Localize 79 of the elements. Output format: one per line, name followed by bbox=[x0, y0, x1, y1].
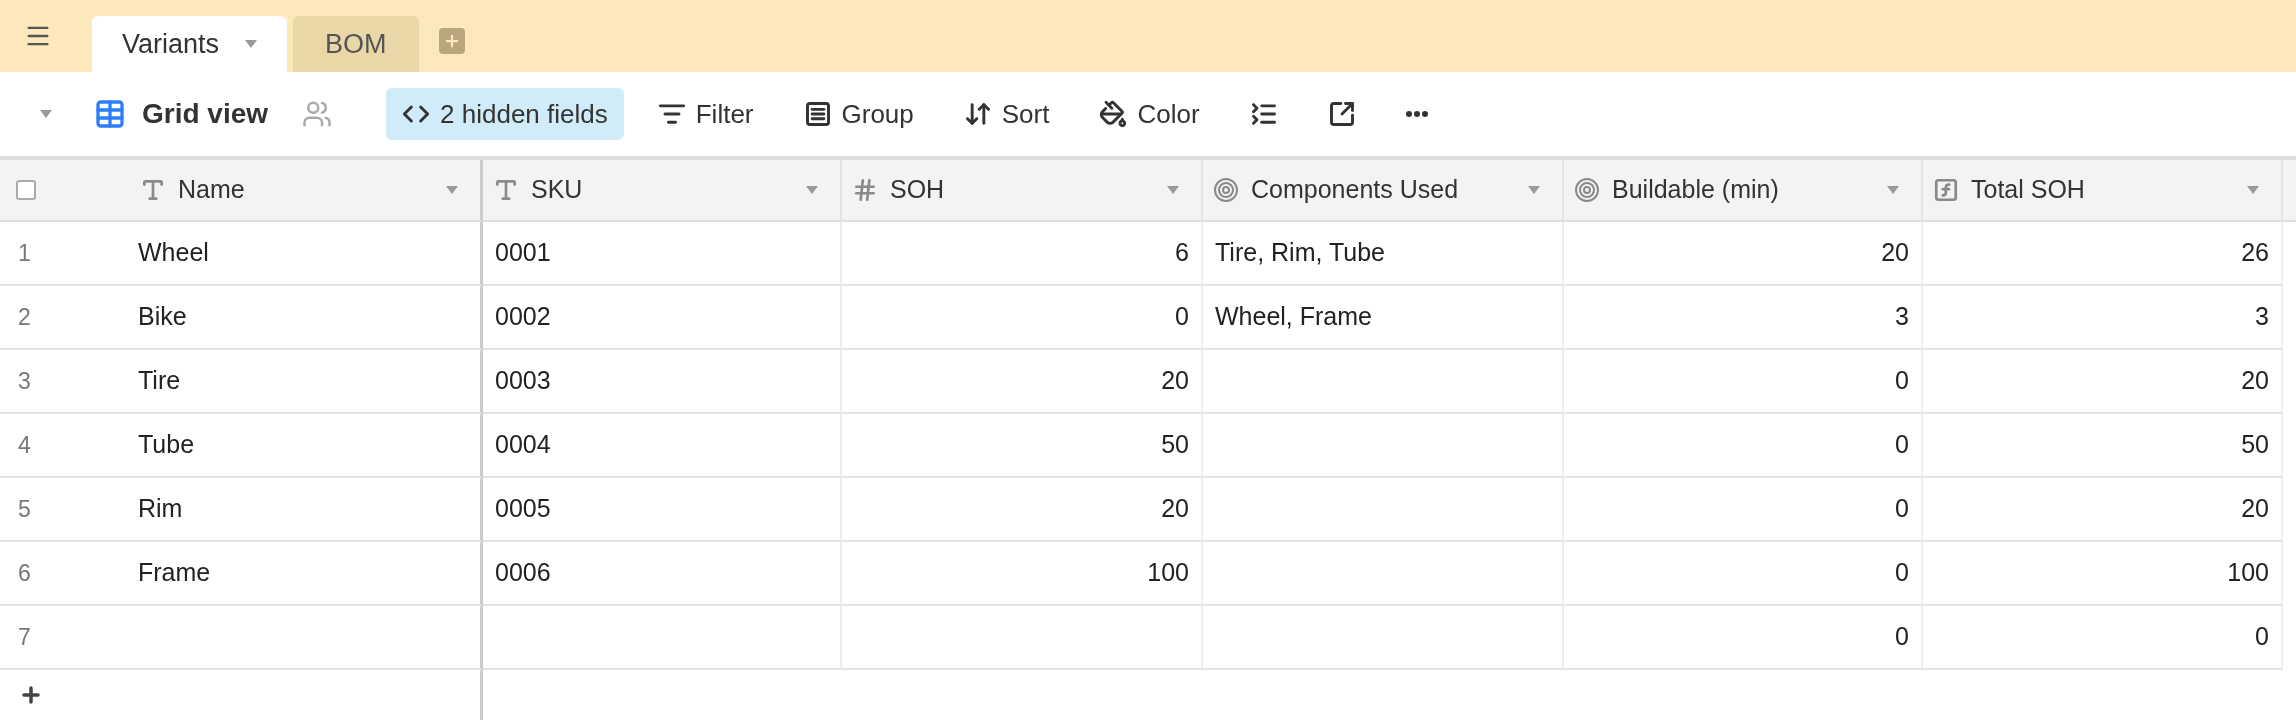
table-cell: 100 bbox=[1923, 542, 2283, 606]
table-cell: 0 bbox=[1564, 606, 1923, 670]
column-header[interactable]: Name bbox=[130, 160, 483, 222]
text-type-icon bbox=[493, 177, 519, 203]
view-name[interactable]: Grid view bbox=[142, 93, 269, 135]
grid-icon bbox=[94, 98, 126, 130]
column-header[interactable]: Components Used bbox=[1203, 160, 1564, 222]
toolbar-button[interactable]: Color bbox=[1083, 88, 1216, 140]
table-cell: Wheel bbox=[130, 222, 483, 286]
toolbar-button[interactable]: Group bbox=[787, 88, 930, 140]
table-cell: Tire, Rim, Tube bbox=[1203, 222, 1564, 286]
table-cell: 0005 bbox=[483, 478, 842, 542]
people-icon bbox=[302, 99, 333, 129]
table-cell: 0003 bbox=[483, 350, 842, 414]
table-cell: 20 bbox=[842, 478, 1203, 542]
table-cell: 0 bbox=[1923, 606, 2283, 670]
table-cell: 0002 bbox=[483, 286, 842, 350]
tab[interactable]: Variants bbox=[92, 16, 288, 72]
caret-icon bbox=[40, 110, 52, 118]
paint-bucket-icon bbox=[1099, 100, 1128, 128]
table-cell: 0 bbox=[1564, 478, 1923, 542]
table-cell: 26 bbox=[1923, 222, 2283, 286]
table-cell: 20 bbox=[1564, 222, 1923, 286]
text-type-icon bbox=[140, 177, 166, 203]
table-cell: 20 bbox=[1923, 478, 2283, 542]
share-icon bbox=[1327, 100, 1356, 128]
table-cell: Tube bbox=[130, 414, 483, 478]
table-cell: 3 bbox=[1923, 286, 2283, 350]
table-cell: Frame bbox=[130, 542, 483, 606]
table-cell: 6 bbox=[842, 222, 1203, 286]
table-cell: 0004 bbox=[483, 414, 842, 478]
spiral-icon bbox=[1574, 177, 1600, 203]
column-header[interactable]: Buildable (min) bbox=[1564, 160, 1923, 222]
row-number: 1 bbox=[0, 222, 130, 286]
list-icon bbox=[803, 100, 832, 128]
row-number: 6 bbox=[0, 542, 130, 606]
table-cell: Bike bbox=[130, 286, 483, 350]
caret-icon bbox=[1887, 186, 1899, 194]
hash-icon bbox=[852, 177, 878, 203]
formula-icon bbox=[1933, 177, 1959, 203]
select-all-checkbox[interactable] bbox=[16, 180, 36, 200]
toolbar-button[interactable]: 2 hidden fields bbox=[386, 88, 624, 140]
tab[interactable]: BOM bbox=[293, 16, 419, 72]
toolbar-button[interactable]: Sort bbox=[947, 88, 1066, 140]
table-cell: 100 bbox=[842, 542, 1203, 606]
table-cell: Wheel, Frame bbox=[1203, 286, 1564, 350]
more-icon bbox=[1405, 111, 1428, 117]
row-number: 2 bbox=[0, 286, 130, 350]
row-number: 3 bbox=[0, 350, 130, 414]
caret-icon bbox=[446, 186, 458, 194]
caret-icon bbox=[245, 40, 258, 48]
table-cell: 20 bbox=[1923, 350, 2283, 414]
table-cell: Rim bbox=[130, 478, 483, 542]
table-cell: 0 bbox=[842, 286, 1203, 350]
caret-icon bbox=[2247, 186, 2259, 194]
caret-icon bbox=[1167, 186, 1179, 194]
caret-icon bbox=[1528, 186, 1540, 194]
table-cell: 0 bbox=[1564, 350, 1923, 414]
table-cell: Tire bbox=[130, 350, 483, 414]
plus-icon bbox=[19, 683, 43, 707]
table-cell: 0 bbox=[1564, 542, 1923, 606]
row-height-icon bbox=[1249, 100, 1278, 128]
toolbar-button[interactable]: Filter bbox=[641, 88, 770, 140]
column-header[interactable]: SOH bbox=[842, 160, 1203, 222]
table-cell: 0001 bbox=[483, 222, 842, 286]
sort-icon bbox=[963, 100, 992, 128]
caret-icon bbox=[806, 186, 818, 194]
column-header[interactable]: Total SOH bbox=[1923, 160, 2283, 222]
table-cell: 50 bbox=[1923, 414, 2283, 478]
column-header[interactable]: SKU bbox=[483, 160, 842, 222]
table-cell: 50 bbox=[842, 414, 1203, 478]
table-cell: 20 bbox=[842, 350, 1203, 414]
table-cell: 0 bbox=[1564, 414, 1923, 478]
spiral-icon bbox=[1213, 177, 1239, 203]
row-number: 4 bbox=[0, 414, 130, 478]
table-cell: 3 bbox=[1564, 286, 1923, 350]
row-number: 7 bbox=[0, 606, 130, 670]
table-cell: 0006 bbox=[483, 542, 842, 606]
row-number: 5 bbox=[0, 478, 130, 542]
